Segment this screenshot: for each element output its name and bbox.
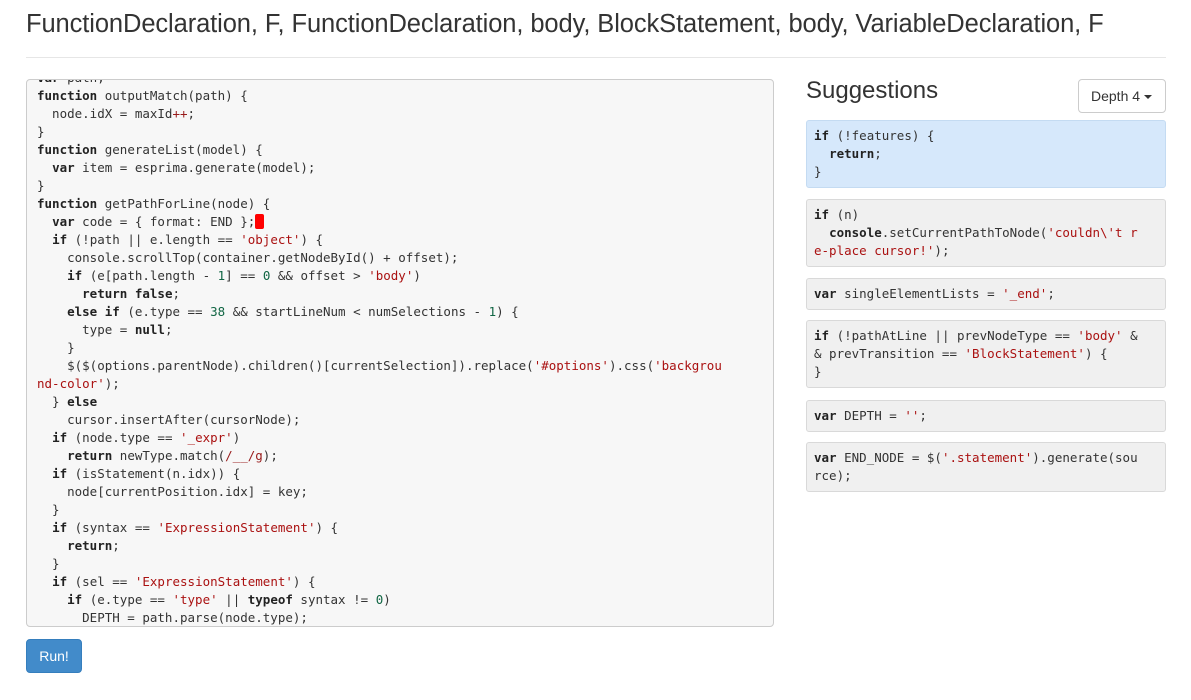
code-line: if (e[path.length - 1] == 0 && offset > … xyxy=(67,268,421,283)
code-line: } xyxy=(37,556,60,571)
code-line: function generateList(model) { xyxy=(37,142,263,157)
suggestion-code-line: rce); xyxy=(814,468,852,483)
code-line: nd-color'); xyxy=(37,376,120,391)
suggestion-code-line: var DEPTH = ''; xyxy=(814,408,927,423)
code-editor[interactable]: var path;function outputMatch(path) { no… xyxy=(26,79,774,627)
suggestion-code-line: if (!pathAtLine || prevNodeType == 'body… xyxy=(814,328,1138,343)
code-line: type = null; xyxy=(37,322,173,337)
suggestion-card[interactable]: if (n) console.setCurrentPathToNode('cou… xyxy=(806,199,1166,267)
code-line: if (e.type == 'type' || typeof syntax !=… xyxy=(67,592,391,607)
code-line: function getPathForLine(node) { xyxy=(37,196,271,211)
code-line: } xyxy=(37,178,45,193)
code-line: } xyxy=(37,502,60,517)
suggestion-code-line: } xyxy=(814,364,822,379)
code-line: cursor.insertAfter(cursorNode); xyxy=(37,412,301,427)
code-line: function outputMatch(path) { xyxy=(37,88,248,103)
suggestion-card[interactable]: var DEPTH = ''; xyxy=(806,400,1166,432)
suggestion-code-line: } xyxy=(814,164,822,179)
code-line: } xyxy=(37,340,75,355)
title-divider xyxy=(26,57,1166,58)
depth-dropdown-label: Depth 4 xyxy=(1091,88,1141,104)
page-title: FunctionDeclaration, F, FunctionDeclarat… xyxy=(26,10,1104,38)
code-line: return; xyxy=(67,538,120,553)
code-line: node.idX = maxId++; xyxy=(37,106,196,121)
code-line: $($(options.parentNode).children()[curre… xyxy=(37,358,722,373)
code-editor-content[interactable]: var path;function outputMatch(path) { no… xyxy=(27,80,773,626)
code-line: if (node.type == '_expr') xyxy=(52,430,241,445)
suggestion-code-line: if (!features) { xyxy=(814,128,935,143)
code-line: node[currentPosition.idx] = key; xyxy=(37,484,308,499)
suggestion-card[interactable]: if (!pathAtLine || prevNodeType == 'body… xyxy=(806,320,1166,388)
suggestion-card[interactable]: var END_NODE = $('.statement').generate(… xyxy=(806,442,1166,492)
suggestion-code-line: var END_NODE = $('.statement').generate(… xyxy=(814,450,1138,465)
caret-down-icon xyxy=(1144,95,1153,100)
code-line: else if (e.type == 38 && startLineNum < … xyxy=(67,304,519,319)
code-line: var item = esprima.generate(model); xyxy=(52,160,316,175)
suggestion-card-selected[interactable]: if (!features) { return;} xyxy=(806,120,1166,188)
suggestions-heading: Suggestions xyxy=(806,77,939,104)
code-line: if (syntax == 'ExpressionStatement') { xyxy=(52,520,339,535)
suggestion-card[interactable]: var singleElementLists = '_end'; xyxy=(806,278,1166,310)
code-line: console.scrollTop(container.getNodeById(… xyxy=(37,250,459,265)
depth-dropdown[interactable]: Depth 4 xyxy=(1078,79,1166,113)
code-line: } xyxy=(37,124,45,139)
suggestion-code-line: & prevTransition == 'BlockStatement') { xyxy=(814,346,1108,361)
code-line: if (!path || e.length == 'object') { xyxy=(52,232,324,247)
suggestion-code-line: if (n) xyxy=(814,207,860,222)
code-line: var code = { format: END }; xyxy=(27,213,773,231)
suggestion-code-line: var singleElementLists = '_end'; xyxy=(814,286,1055,301)
suggestion-code-line: console.setCurrentPathToNode('couldn\'t … xyxy=(829,225,1138,240)
suggestion-code-line: e-place cursor!'); xyxy=(814,243,950,258)
code-line: if (sel == 'ExpressionStatement') { xyxy=(52,574,316,589)
run-button[interactable]: Run! xyxy=(26,639,82,673)
code-line: var path; xyxy=(27,80,773,87)
code-line: if (isStatement(n.idx)) { xyxy=(52,466,241,481)
cursor-marker xyxy=(255,214,265,229)
code-line: return false; xyxy=(82,286,180,301)
code-line: } else xyxy=(37,394,98,409)
code-line: return newType.match(/__/g); xyxy=(67,448,278,463)
suggestion-code-line: return; xyxy=(829,146,882,161)
code-line: DEPTH = path.parse(node.type); xyxy=(37,610,308,625)
